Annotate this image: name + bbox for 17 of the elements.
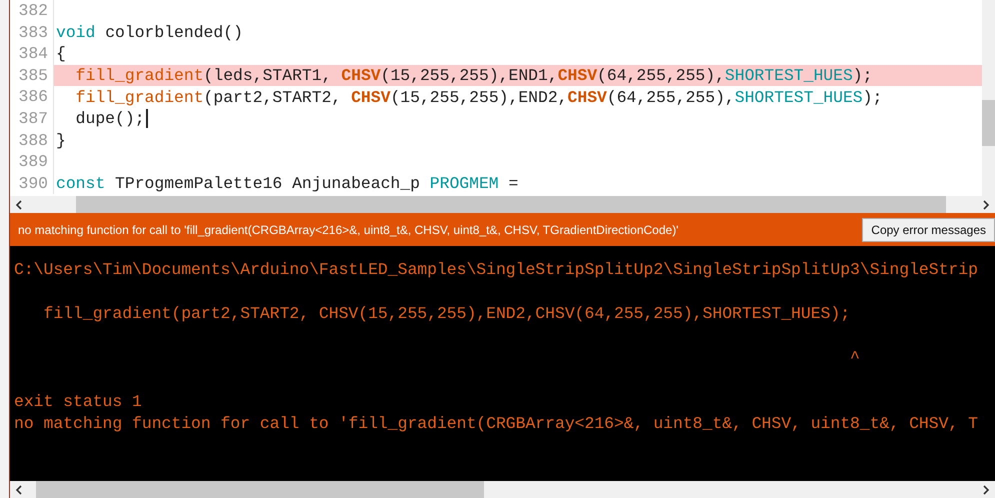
console-line: ^ <box>849 347 861 369</box>
code-line: fill_gradient(part2,START2, CHSV(15,255,255),END2,CHSV(64,255,255),SHORTEST_HUES); <box>74 88 882 107</box>
code-line: { <box>56 44 66 64</box>
scrollbar-thumb[interactable] <box>76 196 946 213</box>
console-line: C:\Users\Tim\Documents\Arduino\FastLED_Samples\SingleStripSplitUp2\SingleStripSplitUp3\SingleStrip <box>14 259 979 281</box>
console-line: exit status 1 <box>14 391 143 413</box>
error-message: no matching function for call to 'fill_gradient(CRGBArray<216>&, uint8_t&, CHSV, uint8_t&, CHSV, TGradientDirectionCode)' <box>17 222 678 236</box>
copy-error-messages-button[interactable]: Copy error messages <box>862 218 995 242</box>
scrollbar-thumb[interactable] <box>982 100 995 146</box>
code-line: dupe(); <box>74 109 145 128</box>
code-line: fill_gradient(leds,START1, CHSV(15,255,255),END1,CHSV(64,255,255),SHORTEST_HUES); <box>74 66 872 86</box>
code-line: const TProgmemPalette16 Anjunabeach_p PROGMEM = <box>56 174 518 194</box>
console-line: no matching function for call to 'fill_gradient(CRGBArray<216>&, uint8_t&, CHSV, uint8_t&, CHSV, T <box>14 413 979 435</box>
scrollbar-thumb[interactable] <box>36 481 484 498</box>
code-line: } <box>56 130 66 150</box>
console-line: fill_gradient(part2,START2, CHSV(15,255,255),END2,CHSV(64,255,255),SHORTEST_HUES); <box>42 303 852 325</box>
code-line: void colorblended() <box>56 22 243 42</box>
